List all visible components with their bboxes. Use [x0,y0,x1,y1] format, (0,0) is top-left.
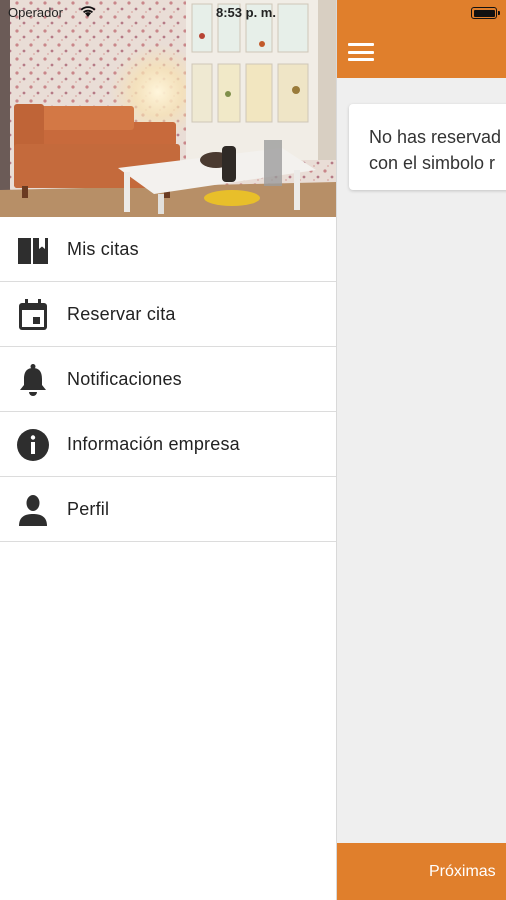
main-content: No has reservad con el simbolo r Próxima… [336,0,506,900]
info-icon [16,428,50,462]
bottom-tab-bar: Próximas [337,843,506,900]
drawer-item-label: Información empresa [67,434,240,454]
drawer-item-informacion-empresa[interactable]: Información empresa [0,412,336,477]
drawer-header-photo: Operador 8:53 p. m. [0,0,336,217]
navigation-drawer: Operador 8:53 p. m. Mis citas Reservar c… [0,0,336,900]
empty-state-line1: No has reservad [369,127,502,147]
empty-state-card: No has reservad con el simbolo r [349,104,506,190]
drawer-item-reservar-cita[interactable]: Reservar cita [0,282,336,347]
drawer-item-mis-citas[interactable]: Mis citas [0,217,336,282]
drawer-item-label: Mis citas [67,239,139,259]
drawer-item-perfil[interactable]: Perfil [0,477,336,542]
carrier-name: Operador [8,5,63,20]
drawer-item-label: Reservar cita [67,304,176,324]
hamburger-menu-icon[interactable] [347,40,375,64]
drawer-menu: Mis citas Reservar cita Notificaciones I… [0,217,336,542]
drawer-item-label: Perfil [67,499,110,519]
app-top-bar [337,0,506,78]
drawer-item-notificaciones[interactable]: Notificaciones [0,347,336,412]
tab-proximas[interactable]: Próximas [429,863,496,881]
empty-state-line2: con el simbolo r [369,153,496,173]
wifi-icon [79,4,97,23]
status-bar: Operador 8:53 p. m. [0,0,336,28]
bell-icon [16,363,50,397]
battery-icon [471,7,500,19]
clock: 8:53 p. m. [216,5,276,20]
calendar-icon [16,298,50,332]
person-icon [16,493,50,527]
room-photo [0,0,336,217]
drawer-item-label: Notificaciones [67,369,182,389]
book-icon [16,233,50,267]
